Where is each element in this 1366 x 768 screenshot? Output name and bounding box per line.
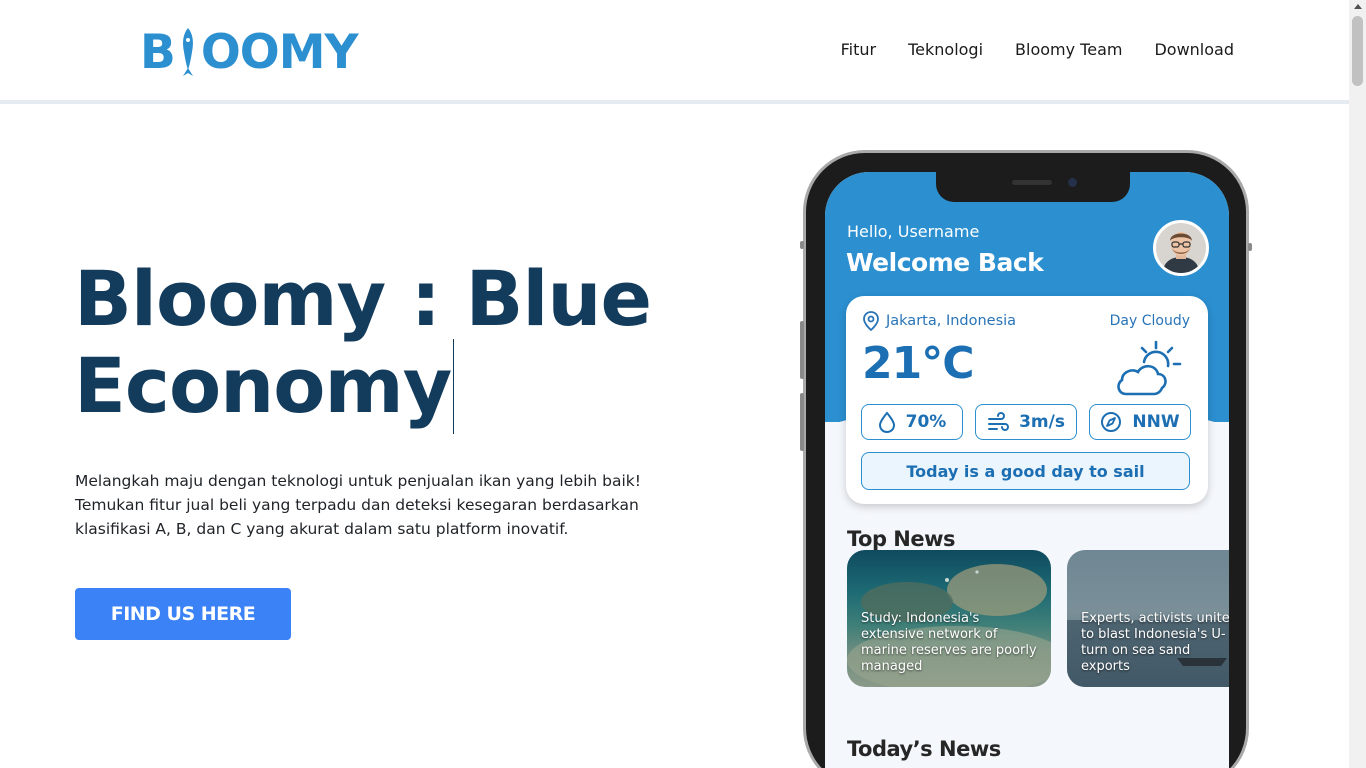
hero-description: Melangkah maju dengan teknologi untuk pe… (75, 472, 641, 538)
news-caption: Study: Indonesia's extensive network of … (861, 611, 1037, 674)
phone-speaker (1012, 180, 1052, 185)
logo-text-b: B (140, 24, 176, 80)
weather-location: Jakarta, Indonesia (862, 311, 1016, 331)
phone-volume-up-button (800, 321, 804, 379)
news-card[interactable]: Experts, activists unite to blast Indone… (1067, 550, 1229, 687)
user-avatar-icon (1156, 223, 1206, 273)
news-caption: Experts, activists unite to blast Indone… (1081, 611, 1229, 674)
logo-text-rest: OOMY (200, 24, 359, 80)
wind-speed-value: 3m/s (1019, 412, 1065, 432)
greeting-text: Hello, Username (847, 222, 980, 241)
cloudy-sun-icon (1117, 340, 1182, 396)
sail-advice-banner[interactable]: Today is a good day to sail (861, 452, 1190, 490)
welcome-text: Welcome Back (846, 248, 1044, 277)
phone-volume-down-button (800, 393, 804, 451)
nav-bloomy-team[interactable]: Bloomy Team (1015, 40, 1122, 59)
phone-side-button (800, 241, 804, 249)
text-caret (453, 339, 455, 434)
app-screen: Hello, Username Welcome Back Jakarta, In… (825, 172, 1229, 768)
phone-camera (1068, 178, 1077, 187)
wind-icon (988, 412, 1010, 431)
hero-title-text: Bloomy : Blue Economy (74, 254, 652, 430)
phone-notch (936, 172, 1130, 202)
scroll-up-arrow-icon[interactable] (1354, 4, 1362, 9)
find-us-here-button[interactable]: FIND US HERE (75, 588, 291, 640)
nav-download[interactable]: Download (1154, 40, 1234, 59)
page-scrollbar[interactable] (1349, 0, 1366, 768)
location-pin-icon (863, 311, 879, 331)
phone-power-button (1248, 243, 1252, 251)
phone-mockup: Hello, Username Welcome Back Jakarta, In… (800, 150, 1252, 768)
weather-condition: Day Cloudy (1109, 313, 1190, 329)
news-card[interactable]: Study: Indonesia's extensive network of … (847, 550, 1051, 687)
nav-fitur[interactable]: Fitur (841, 40, 876, 59)
top-news-heading: Top News (847, 527, 956, 551)
wind-direction-chip[interactable]: NNW (1089, 404, 1191, 440)
site-header: B OOMY Fitur Teknologi Bloomy Team Downl… (0, 0, 1349, 104)
weather-card[interactable]: Jakarta, Indonesia Day Cloudy 21°C 70% 3… (846, 296, 1208, 504)
fish-logo-icon (182, 28, 193, 76)
compass-icon (1101, 412, 1122, 432)
humidity-chip[interactable]: 70% (861, 404, 963, 440)
humidity-value: 70% (905, 412, 947, 432)
location-text: Jakarta, Indonesia (886, 313, 1017, 329)
water-drop-icon (878, 411, 895, 433)
todays-news-heading: Today’s News (847, 737, 1001, 761)
scrollbar-thumb[interactable] (1352, 16, 1363, 86)
wind-speed-chip[interactable]: 3m/s (975, 404, 1077, 440)
temperature-value: 21°C (862, 338, 975, 389)
nav-teknologi[interactable]: Teknologi (908, 40, 983, 59)
weather-stats: 70% 3m/s NNW (861, 404, 1191, 440)
user-avatar[interactable] (1153, 220, 1209, 276)
hero-title: Bloomy : Blue Economy (74, 258, 694, 434)
main-nav: Fitur Teknologi Bloomy Team Download (841, 40, 1234, 59)
bloomy-logo[interactable]: B OOMY (140, 24, 359, 80)
wind-direction-value: NNW (1132, 412, 1180, 432)
